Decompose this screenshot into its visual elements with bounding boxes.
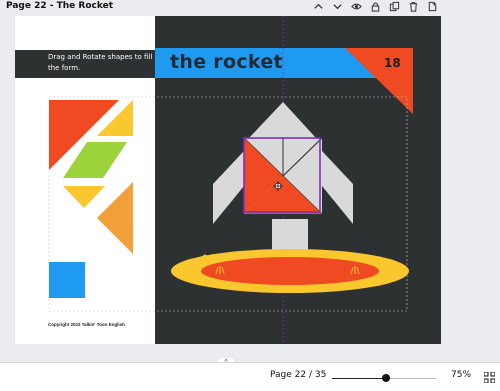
eye-icon[interactable] (349, 0, 363, 12)
page-title: Page 22 - The Rocket (6, 1, 114, 11)
bottom-bar (0, 362, 500, 391)
page-number-badge: 18 (384, 56, 401, 70)
rocket-title: the rocket (170, 51, 283, 73)
rocket-left-fin (213, 151, 244, 224)
corner-triangle (345, 48, 413, 114)
green-parallelogram-piece[interactable] (63, 142, 127, 178)
top-toolbar: Page 22 - The Rocket (0, 0, 500, 14)
rocket-nose (249, 102, 316, 138)
add-page-icon[interactable] (425, 0, 439, 12)
page-canvas[interactable]: Drag and Rotate shapes to fill the form. (15, 16, 441, 344)
grid-view-icon[interactable] (484, 372, 495, 383)
chevron-up-icon[interactable] (311, 0, 325, 12)
yellow-small-triangle-piece[interactable] (63, 186, 105, 208)
page-counter[interactable]: Page 22 / 35 (270, 370, 326, 380)
orange-triangle-piece[interactable] (97, 182, 133, 254)
blue-square-piece[interactable] (49, 262, 85, 298)
zoom-slider-fill (332, 378, 387, 379)
trash-icon[interactable] (406, 0, 420, 12)
chevron-down-icon[interactable] (330, 0, 344, 12)
lock-icon[interactable] (368, 0, 382, 12)
duplicate-icon[interactable] (387, 0, 401, 12)
copyright-text: Copyright 2023 Talkin' Toon English (48, 322, 125, 327)
zoom-level[interactable]: 75% (451, 370, 471, 380)
rocket-right-fin (322, 151, 353, 224)
